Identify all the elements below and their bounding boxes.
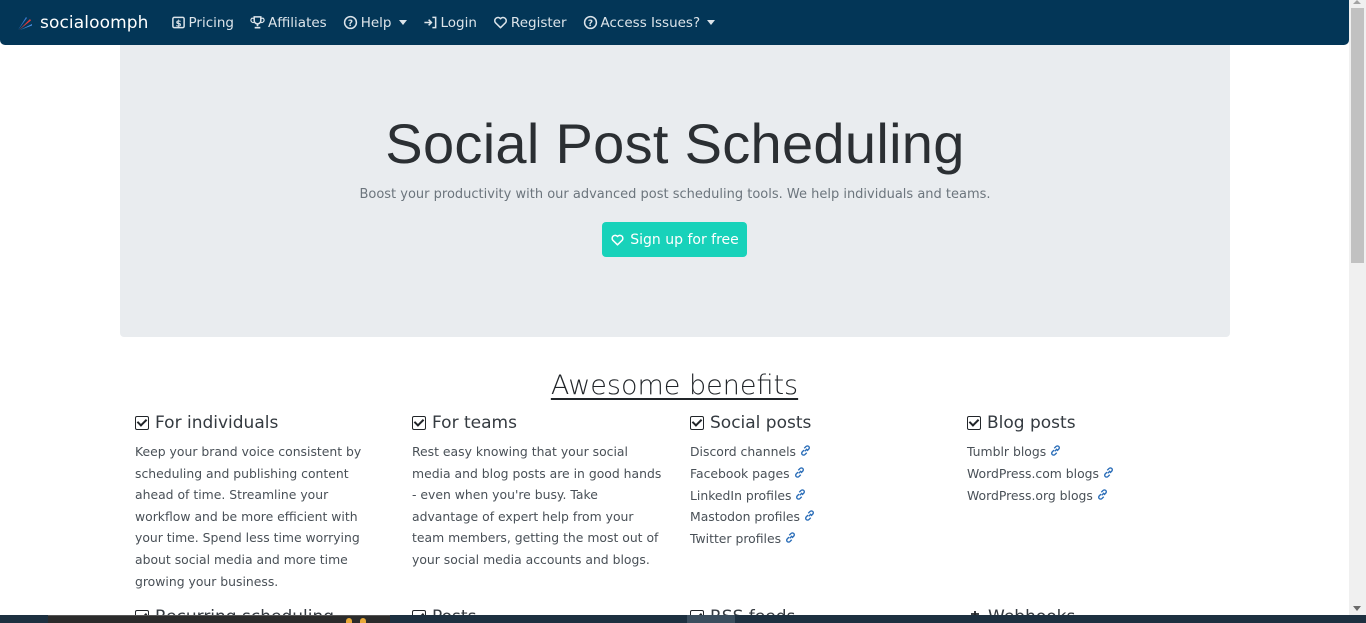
taskbar-app-icon[interactable]	[360, 618, 366, 623]
nav-affiliates[interactable]: Affiliates	[250, 15, 327, 31]
scroll-thumb[interactable]	[1351, 8, 1364, 263]
chevron-down-icon	[707, 20, 716, 25]
heart-icon	[494, 16, 507, 29]
sign-up-button[interactable]: Sign up for free	[602, 222, 747, 257]
link-text: LinkedIn profiles	[690, 487, 792, 503]
svg-text:$: $	[175, 18, 181, 28]
benefit-heading-text: Social posts	[710, 413, 812, 433]
link-text: Facebook pages	[690, 465, 790, 481]
benefit-teams: For teams Rest easy knowing that your so…	[412, 412, 662, 571]
hero-jumbotron: Social Post Scheduling Boost your produc…	[120, 45, 1230, 337]
social-link-discord[interactable]: Discord channels	[690, 441, 940, 463]
link-text: Tumblr blogs	[967, 444, 1047, 459]
social-link-twitter[interactable]: Twitter profiles	[690, 528, 940, 550]
link-text: Discord channels	[690, 444, 796, 459]
benefit-heading: Blog posts	[967, 412, 1217, 434]
checkbox-checked-icon	[690, 416, 704, 430]
nav-pricing-label: Pricing	[188, 14, 235, 31]
sign-in-icon	[423, 16, 436, 29]
hero-title: Social Post Scheduling	[385, 112, 965, 175]
social-link-linkedin[interactable]: LinkedIn profiles	[690, 485, 940, 507]
benefit-heading-text: For teams	[432, 413, 517, 433]
link-icon	[786, 532, 795, 543]
benefits-heading-text: Awesome benefits	[550, 370, 799, 401]
trophy-icon	[250, 16, 265, 29]
checkbox-checked-icon	[135, 416, 149, 430]
social-network-list: Discord channels Facebook pages LinkedIn…	[690, 441, 940, 550]
nav-login-label: Login	[440, 14, 477, 31]
nav-help-dropdown[interactable]: ? Help	[343, 15, 407, 31]
social-link-facebook[interactable]: Facebook pages	[690, 463, 940, 485]
benefit-heading: For individuals	[135, 412, 385, 434]
hero-lead-text: Boost your productivity with our advance…	[359, 187, 991, 202]
question-circle-icon: ?	[343, 15, 357, 30]
dollar-box-icon: $	[171, 16, 185, 29]
benefit-social-posts: Social posts Discord channels Facebook p…	[690, 412, 940, 550]
benefit-heading: Social posts	[690, 412, 940, 434]
link-icon	[1051, 445, 1061, 456]
benefits-heading: Awesome benefits	[0, 370, 1349, 401]
link-text: Twitter profiles	[690, 531, 782, 547]
brand-name: socialoomph	[40, 12, 149, 33]
nav-affiliates-label: Affiliates	[268, 14, 327, 31]
svg-text:?: ?	[348, 19, 353, 29]
taskbar-app-icon[interactable]	[346, 618, 352, 623]
link-icon	[1104, 467, 1113, 478]
checkbox-checked-icon	[967, 416, 981, 430]
benefit-individuals: For individuals Keep your brand voice co…	[135, 412, 385, 592]
link-icon	[801, 445, 810, 456]
benefit-heading-text: Blog posts	[987, 413, 1076, 433]
link-text: WordPress.com blogs	[967, 465, 1100, 481]
brand-link[interactable]: socialoomph	[16, 13, 149, 33]
social-link-mastodon[interactable]: Mastodon profiles	[690, 506, 940, 528]
checkbox-checked-icon	[412, 416, 426, 430]
taskbar-app-window[interactable]	[48, 615, 390, 623]
link-icon	[1097, 488, 1107, 500]
blog-link-tumblr[interactable]: Tumblr blogs	[967, 441, 1217, 463]
blog-link-wordpress-org[interactable]: WordPress.org blogs	[967, 485, 1217, 507]
nav-register[interactable]: Register	[493, 15, 567, 31]
blog-link-wordpress-com[interactable]: WordPress.com blogs	[967, 463, 1217, 485]
page-scrollbar[interactable]	[1349, 0, 1366, 615]
nav-help-label: Help	[360, 14, 392, 31]
nav-access-issues-dropdown[interactable]: ? Access Issues?	[583, 15, 716, 31]
benefit-description: Rest easy knowing that your social media…	[412, 444, 662, 567]
nav-login[interactable]: Login	[423, 15, 477, 31]
svg-text:?: ?	[587, 19, 592, 29]
question-circle-icon: ?	[583, 15, 597, 30]
heart-icon	[611, 234, 624, 246]
blog-platform-list: Tumblr blogs WordPress.com blogs WordPre…	[967, 441, 1217, 506]
top-navbar: socialoomph $ Pricing Affiliates ? Help …	[0, 0, 1349, 45]
link-icon	[796, 488, 806, 500]
link-text: WordPress.org blogs	[967, 487, 1093, 503]
nav-pricing[interactable]: $ Pricing	[171, 14, 235, 31]
scroll-up-arrow-icon[interactable]	[1349, 0, 1366, 8]
link-text: Mastodon profiles	[690, 509, 801, 525]
nav-access-issues-label: Access Issues?	[600, 14, 701, 31]
socialoomph-logo-icon	[18, 16, 32, 30]
sign-up-button-label: Sign up for free	[630, 231, 739, 248]
benefit-heading-text: For individuals	[155, 413, 279, 433]
nav-register-label: Register	[510, 14, 567, 31]
taskbar-active-item[interactable]	[687, 615, 735, 623]
benefit-description: Keep your brand voice consistent by sche…	[135, 444, 362, 589]
chevron-down-icon	[398, 20, 407, 25]
benefit-heading: For teams	[412, 412, 662, 434]
link-icon	[794, 467, 804, 478]
scroll-down-arrow-icon[interactable]	[1349, 603, 1366, 613]
benefit-blog-posts: Blog posts Tumblr blogs WordPress.com bl…	[967, 412, 1217, 506]
link-icon	[805, 510, 814, 522]
